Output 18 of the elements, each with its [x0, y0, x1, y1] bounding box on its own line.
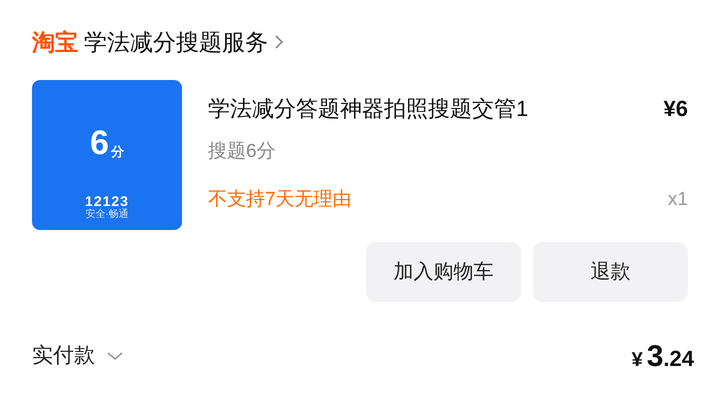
return-policy: 不支持7天无理由: [208, 188, 352, 212]
thumbnail-unit: 分: [110, 145, 124, 158]
total-price: ¥3.24: [632, 338, 694, 374]
thumbnail-code: 12123: [85, 194, 129, 208]
product-spec: 搜题6分: [208, 140, 276, 164]
product-price: ¥6: [664, 94, 688, 122]
total-label[interactable]: 实付款: [32, 340, 95, 372]
thumbnail-score: 6: [90, 126, 109, 160]
shop-name[interactable]: 学法减分搜题服务: [84, 24, 268, 60]
platform-logo: 淘宝: [32, 28, 78, 57]
chevron-right-icon[interactable]: [274, 34, 284, 50]
product-thumbnail[interactable]: 6分 12123 安全·畅通: [32, 80, 182, 230]
thumbnail-tagline: 安全·畅通: [85, 210, 129, 220]
chevron-down-icon[interactable]: [107, 351, 123, 361]
refund-button[interactable]: 退款: [533, 242, 688, 302]
quantity: x1: [668, 188, 688, 212]
product-title[interactable]: 学法减分答题神器拍照搜题交管1: [208, 92, 528, 124]
add-to-cart-button[interactable]: 加入购物车: [366, 242, 521, 302]
